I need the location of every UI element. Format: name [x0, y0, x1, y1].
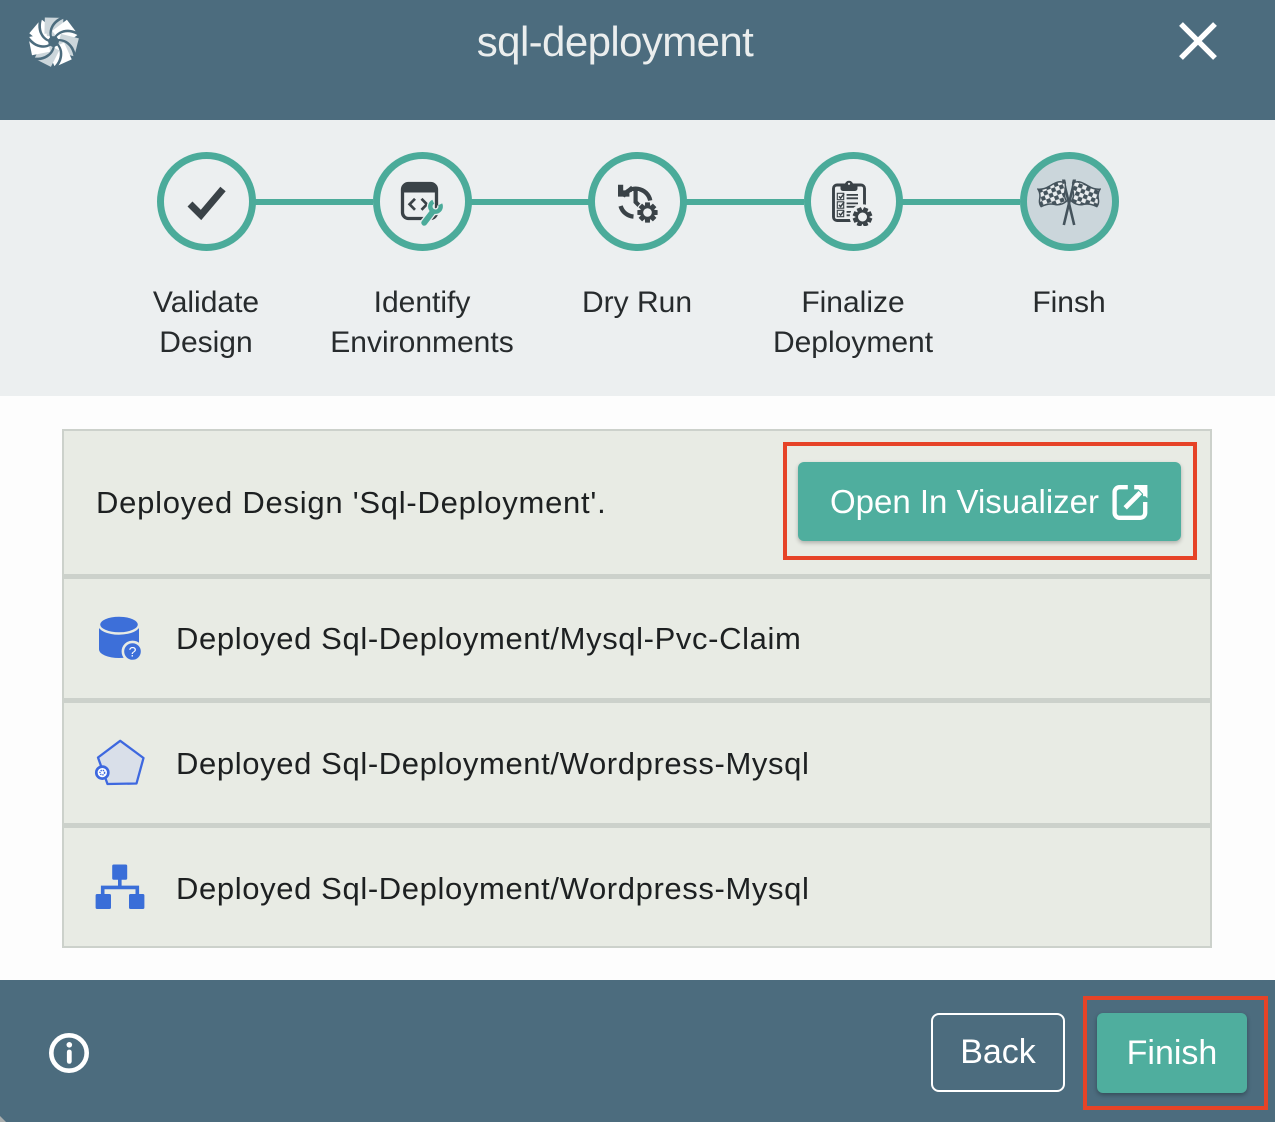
svg-text:?: ?	[129, 644, 137, 660]
